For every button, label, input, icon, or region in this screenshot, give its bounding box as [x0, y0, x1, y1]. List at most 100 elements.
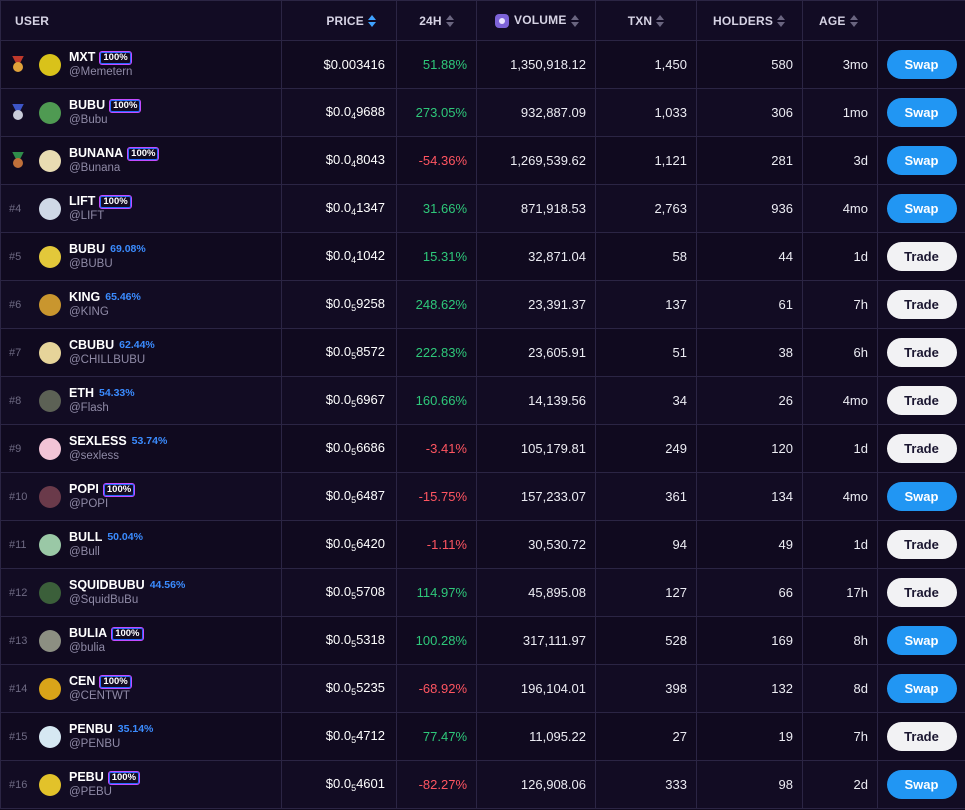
bronze-medal-icon: [10, 151, 26, 170]
token-avatar[interactable]: [39, 725, 61, 748]
token-handle[interactable]: @bulia: [69, 642, 105, 654]
price-cell: $0.054712: [281, 712, 397, 761]
token-handle[interactable]: @PEBU: [69, 786, 112, 798]
progress-badge: 100%: [99, 195, 132, 209]
table-row[interactable]: #9 SEXLESS 53.74% @sexless $0.056686 -3.41% 10…: [0, 424, 965, 473]
header-holders[interactable]: HOLDERS: [696, 0, 803, 41]
token-avatar[interactable]: [39, 581, 61, 604]
token-avatar[interactable]: [39, 293, 61, 316]
token-avatar[interactable]: [39, 773, 61, 796]
token-avatar[interactable]: [39, 485, 61, 508]
token-name[interactable]: BUBU 100%: [69, 98, 142, 113]
table-row[interactable]: BUBU 100% @Bubu $0.049688 273.05% 932,887.09 1…: [0, 88, 965, 137]
change-24h: 114.97%: [396, 568, 477, 617]
swap-button[interactable]: Swap: [886, 626, 957, 655]
trade-button[interactable]: Trade: [886, 434, 957, 463]
user-cell: #8 ETH 54.33% @Flash: [0, 376, 282, 425]
token-handle[interactable]: @LIFT: [69, 210, 104, 222]
token-name[interactable]: ETH 54.33%: [69, 386, 135, 400]
trade-button[interactable]: Trade: [886, 242, 957, 271]
token-avatar[interactable]: [39, 629, 61, 652]
token-handle[interactable]: @Flash: [69, 402, 109, 414]
header-volume[interactable]: VOLUME: [476, 0, 596, 41]
token-name[interactable]: LIFT 100%: [69, 194, 132, 209]
token-name[interactable]: BUBU 69.08%: [69, 242, 146, 256]
token-handle[interactable]: @Bunana: [69, 162, 120, 174]
trade-button[interactable]: Trade: [886, 290, 957, 319]
token-name[interactable]: CEN 100%: [69, 674, 132, 689]
swap-button[interactable]: Swap: [886, 770, 957, 799]
token-handle[interactable]: @POPI: [69, 498, 108, 510]
token-avatar[interactable]: [39, 533, 61, 556]
token-name[interactable]: BULL 50.04%: [69, 530, 143, 544]
token-name[interactable]: BUNANA 100%: [69, 146, 160, 161]
token-avatar[interactable]: [39, 437, 61, 460]
txn-cell: 528: [595, 616, 697, 665]
table-row[interactable]: #10 POPI 100% @POPI $0.056487 -15.75% 157,233.…: [0, 472, 965, 521]
trade-button[interactable]: Trade: [886, 386, 957, 415]
header-age[interactable]: AGE: [802, 0, 878, 41]
sort-icon[interactable]: [849, 15, 858, 28]
trade-button[interactable]: Trade: [886, 530, 957, 559]
token-handle[interactable]: @Bull: [69, 546, 100, 558]
table-row[interactable]: #5 BUBU 69.08% @BUBU $0.041042 15.31% 32,871.0…: [0, 232, 965, 281]
token-name[interactable]: SEXLESS 53.74%: [69, 434, 167, 448]
swap-button[interactable]: Swap: [886, 482, 957, 511]
token-name[interactable]: PEBU 100%: [69, 770, 141, 785]
header-24h[interactable]: 24H: [396, 0, 477, 41]
table-row[interactable]: BUNANA 100% @Bunana $0.048043 -54.36% 1,269,5…: [0, 136, 965, 185]
table-row[interactable]: #13 BULIA 100% @bulia $0.055318 100.28% 317,11…: [0, 616, 965, 665]
token-handle[interactable]: @sexless: [69, 450, 119, 462]
token-name[interactable]: CBUBU 62.44%: [69, 338, 155, 352]
sort-icon[interactable]: [656, 15, 665, 28]
trade-button[interactable]: Trade: [886, 722, 957, 751]
token-avatar[interactable]: [39, 149, 61, 172]
token-name[interactable]: BULIA 100%: [69, 626, 144, 641]
token-name[interactable]: SQUIDBUBU 44.56%: [69, 578, 185, 592]
swap-button[interactable]: Swap: [886, 146, 957, 175]
token-handle[interactable]: @BUBU: [69, 258, 113, 270]
table-row[interactable]: MXT 100% @Memetern $0.003416 51.88% 1,350,918…: [0, 40, 965, 89]
sort-icon[interactable]: [570, 14, 579, 27]
token-handle[interactable]: @Bubu: [69, 114, 108, 126]
token-handle[interactable]: @KING: [69, 306, 109, 318]
table-row[interactable]: #16 PEBU 100% @PEBU $0.054601 -82.27% 126,908.…: [0, 760, 965, 809]
trade-button[interactable]: Trade: [886, 578, 957, 607]
sort-icon[interactable]: [777, 15, 786, 28]
price-digits: 1042: [356, 248, 385, 263]
token-handle[interactable]: @SquidBuBu: [69, 594, 138, 606]
header-txn[interactable]: TXN: [595, 0, 697, 41]
token-name[interactable]: POPI 100%: [69, 482, 136, 497]
token-avatar[interactable]: [39, 389, 61, 412]
token-handle[interactable]: @Memetern: [69, 66, 132, 78]
sort-active-icon[interactable]: [368, 15, 376, 28]
token-avatar[interactable]: [39, 197, 61, 220]
token-avatar[interactable]: [39, 677, 61, 700]
token-avatar[interactable]: [39, 53, 61, 76]
table-row[interactable]: #7 CBUBU 62.44% @CHILLBUBU $0.058572 222.83% 2…: [0, 328, 965, 377]
token-name[interactable]: KING 65.46%: [69, 290, 141, 304]
table-row[interactable]: #14 CEN 100% @CENTWT $0.055235 -68.92% 196,104…: [0, 664, 965, 713]
table-row[interactable]: #11 BULL 50.04% @Bull $0.056420 -1.11% 30,530.…: [0, 520, 965, 569]
sort-icon[interactable]: [445, 15, 454, 28]
token-handle[interactable]: @CHILLBUBU: [69, 354, 145, 366]
token-avatar[interactable]: [39, 245, 61, 268]
token-name[interactable]: MXT 100%: [69, 50, 132, 65]
table-row[interactable]: #12 SQUIDBUBU 44.56% @SquidBuBu $0.055708 114…: [0, 568, 965, 617]
swap-button[interactable]: Swap: [886, 194, 957, 223]
trade-button[interactable]: Trade: [886, 338, 957, 367]
swap-button[interactable]: Swap: [886, 50, 957, 79]
header-price[interactable]: PRICE: [281, 0, 397, 41]
table-row[interactable]: #6 KING 65.46% @KING $0.059258 248.62% 23,391.…: [0, 280, 965, 329]
table-row[interactable]: #4 LIFT 100% @LIFT $0.041347 31.66% 871,918.53…: [0, 184, 965, 233]
token-avatar[interactable]: [39, 101, 61, 124]
token-handle[interactable]: @PENBU: [69, 738, 120, 750]
swap-button[interactable]: Swap: [886, 674, 957, 703]
token-avatar[interactable]: [39, 341, 61, 364]
change-24h: -68.92%: [396, 664, 477, 713]
swap-button[interactable]: Swap: [886, 98, 957, 127]
table-row[interactable]: #8 ETH 54.33% @Flash $0.056967 160.66% 14,139.…: [0, 376, 965, 425]
token-handle[interactable]: @CENTWT: [69, 690, 130, 702]
token-name[interactable]: PENBU 35.14%: [69, 722, 153, 736]
table-row[interactable]: #15 PENBU 35.14% @PENBU $0.054712 77.47% 11,09…: [0, 712, 965, 761]
